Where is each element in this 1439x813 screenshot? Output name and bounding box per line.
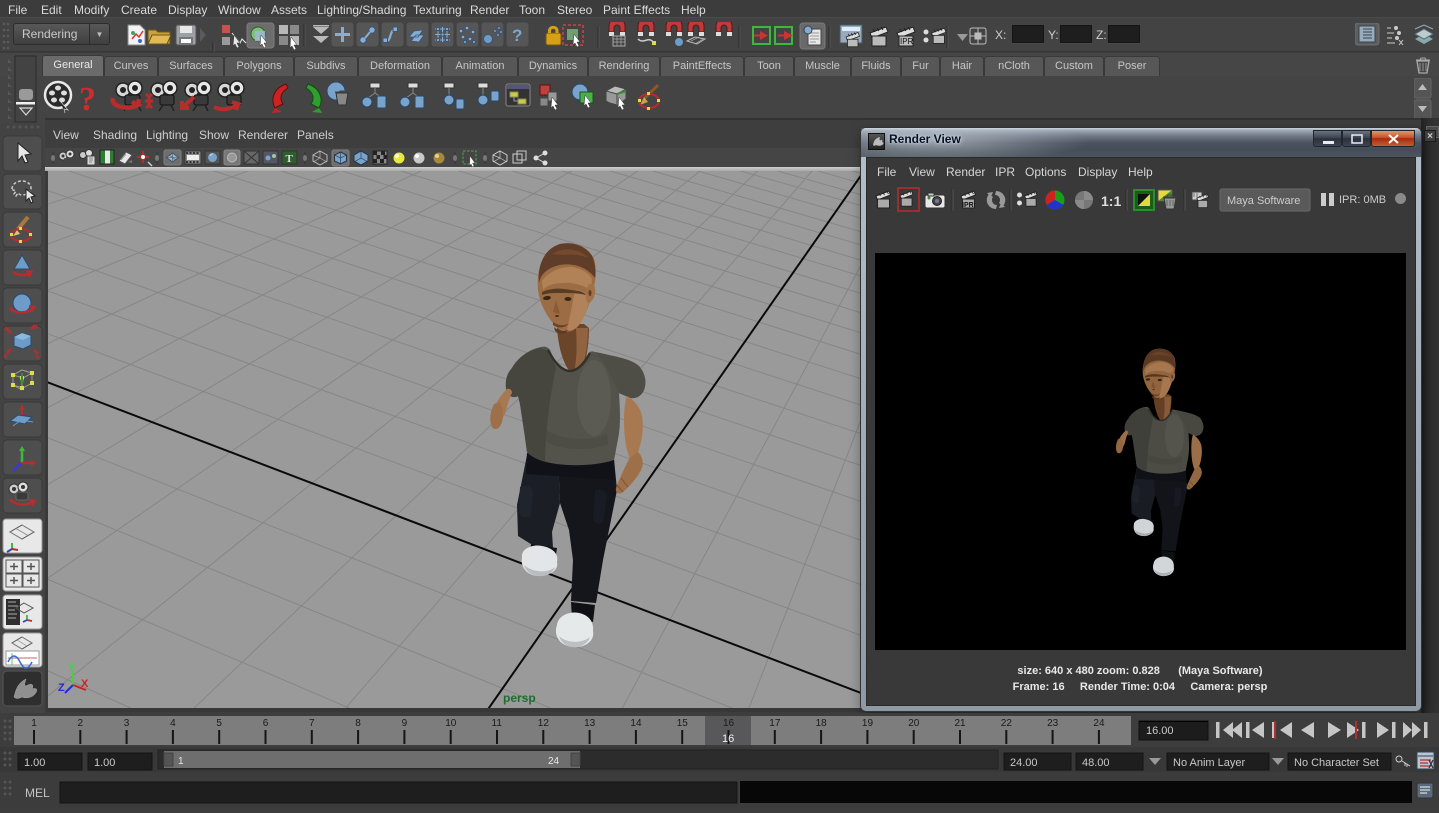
svg-text:?: ? (79, 81, 96, 118)
svg-text:No Anim Layer: No Anim Layer (1173, 757, 1245, 769)
svg-text:16.00: 16.00 (1146, 725, 1174, 737)
svg-text:19: 19 (862, 718, 874, 729)
svg-text:7: 7 (309, 718, 315, 729)
svg-text:13: 13 (584, 718, 596, 729)
svg-text:1.00: 1.00 (94, 757, 115, 769)
svg-text:IPR: IPR (900, 37, 914, 46)
svg-text:20: 20 (908, 718, 920, 729)
svg-text:6: 6 (263, 718, 269, 729)
svg-text:2: 2 (78, 718, 84, 729)
svg-text:14: 14 (630, 718, 642, 729)
svg-text:24: 24 (548, 756, 560, 767)
svg-text:1:1: 1:1 (1101, 193, 1121, 209)
svg-text:MEL: MEL (25, 786, 50, 800)
svg-text:8: 8 (355, 718, 361, 729)
svg-text:16: 16 (722, 733, 734, 745)
svg-text:4: 4 (170, 718, 176, 729)
svg-text:15: 15 (677, 718, 689, 729)
svg-text:16: 16 (723, 718, 735, 729)
svg-text:24.00: 24.00 (1010, 757, 1038, 769)
svg-text:23: 23 (1047, 718, 1059, 729)
svg-text:Z: Z (58, 682, 65, 694)
svg-text:18: 18 (816, 718, 828, 729)
svg-text:17: 17 (769, 718, 781, 729)
svg-text:X: X (81, 678, 89, 690)
svg-text:T: T (286, 153, 294, 165)
svg-text:3: 3 (124, 718, 130, 729)
svg-text:?: ? (512, 26, 522, 45)
svg-text:5: 5 (216, 718, 222, 729)
svg-text:1.00: 1.00 (24, 757, 45, 769)
svg-text:21: 21 (955, 718, 967, 729)
svg-text:48.00: 48.00 (1082, 757, 1110, 769)
svg-text:12: 12 (538, 718, 550, 729)
svg-text:22: 22 (1001, 718, 1013, 729)
svg-text:1: 1 (31, 718, 37, 729)
svg-text:Maya Software: Maya Software (1227, 195, 1300, 207)
svg-text:1: 1 (178, 756, 184, 767)
svg-text:persp: persp (503, 691, 536, 705)
svg-text:Y: Y (68, 662, 76, 674)
svg-text:24: 24 (1093, 718, 1105, 729)
svg-text:IPR: IPR (962, 202, 974, 209)
svg-text:9: 9 (402, 718, 408, 729)
svg-text:No Character Set: No Character Set (1294, 757, 1379, 769)
svg-text:10: 10 (445, 718, 457, 729)
svg-text:11: 11 (492, 718, 503, 729)
